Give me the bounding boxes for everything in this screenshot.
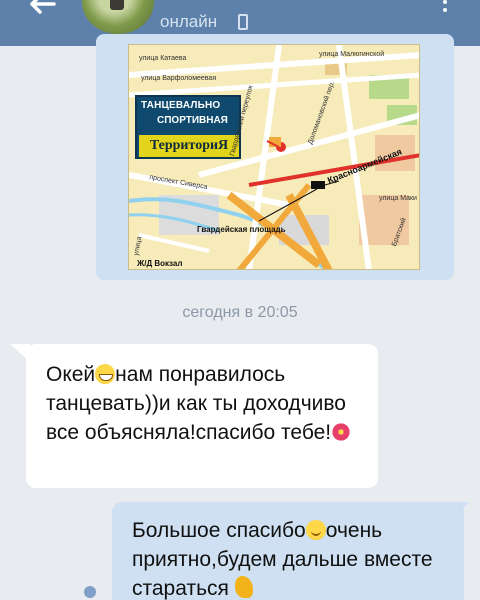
dance-studio-logo: ТАНЦЕВАЛЬНО СПОРТИВНАЯ ТерриториЯ: [135, 95, 241, 159]
map-street-label: улица Варфоломеевая: [141, 75, 217, 82]
phone-icon: [238, 14, 248, 30]
hibiscus-emoji-icon: [331, 422, 352, 442]
online-status: онлайн: [160, 12, 218, 31]
incoming-message-text: Окей нам понравилось танцевать))и как ты …: [46, 360, 366, 447]
flexed-biceps-emoji-icon: [234, 576, 253, 598]
smiling-emoji-icon: [305, 520, 326, 540]
outgoing-message-text: Большое спасибо очень приятно,будем дальш…: [132, 519, 433, 600]
map-image[interactable]: ТАНЦЕВАЛЬНО СПОРТИВНАЯ ТерриториЯ улица …: [128, 44, 420, 270]
map-square-label: Гвардейская площадь: [197, 225, 286, 234]
map-station-label: Ж/Д Вокзал: [137, 259, 183, 268]
more-vert-icon[interactable]: [440, 0, 450, 20]
map-street-label: улица Катаева: [139, 55, 187, 62]
avatar[interactable]: [82, 0, 154, 34]
back-arrow-icon[interactable]: [24, 0, 64, 28]
unread-indicator: [84, 586, 96, 598]
map-street-label: улица Малюгинской: [319, 51, 385, 58]
map-street-label: улица Маки: [379, 195, 417, 202]
grinning-emoji-icon: [95, 364, 116, 384]
date-separator: сегодня в 20:05: [182, 304, 298, 321]
